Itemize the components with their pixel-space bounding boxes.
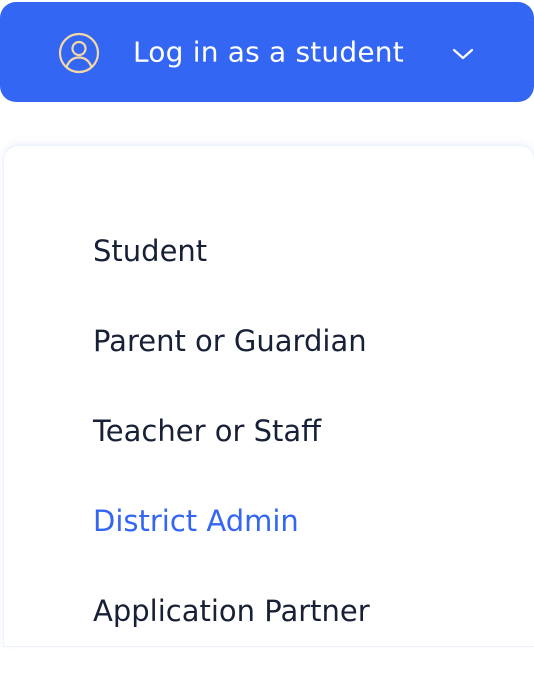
menu-item-district-admin[interactable]: District Admin [93, 501, 370, 591]
role-dropdown-menu: Student Parent or Guardian Teacher or St… [4, 146, 534, 646]
login-role-label: Log in as a student [133, 35, 404, 69]
menu-item-parent-or-guardian[interactable]: Parent or Guardian [93, 321, 370, 411]
menu-item-student[interactable]: Student [93, 231, 370, 321]
role-menu-list: Student Parent or Guardian Teacher or St… [93, 231, 370, 681]
menu-item-teacher-or-staff[interactable]: Teacher or Staff [93, 411, 370, 501]
user-circle-icon [58, 32, 100, 74]
menu-item-application-partner[interactable]: Application Partner [93, 591, 370, 681]
chevron-down-icon[interactable] [451, 42, 475, 66]
login-role-button[interactable]: Log in as a student [0, 2, 534, 102]
